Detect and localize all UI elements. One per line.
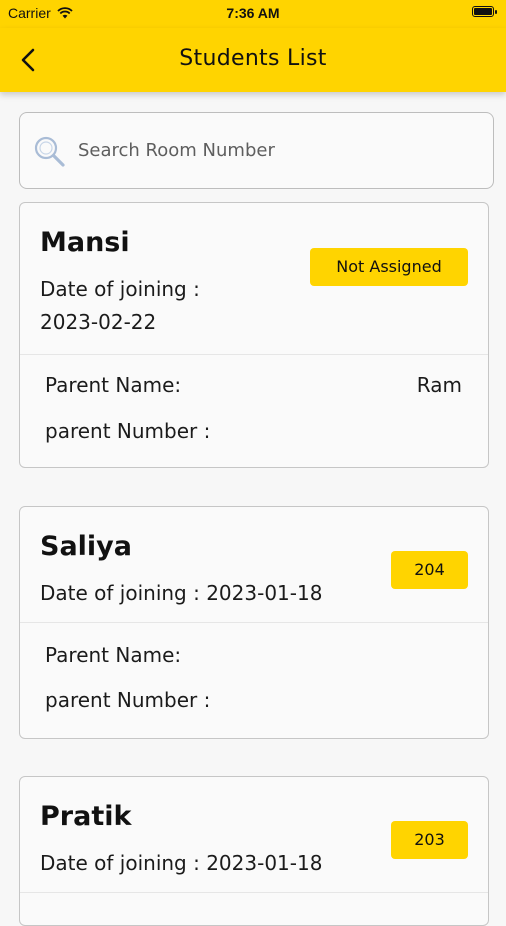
search-box[interactable] [19, 112, 494, 189]
parent-name-value: Ram [416, 373, 462, 397]
page-title: Students List [179, 46, 327, 71]
date-of-joining-row: Date of joining : 2023-01-18 [40, 847, 322, 879]
date-of-joining-label: Date of joining : [40, 851, 200, 875]
room-status-badge: Not Assigned [310, 248, 468, 286]
date-of-joining-value: 2023-01-18 [206, 581, 323, 605]
student-card[interactable]: Mansi Date of joining : 2023-02-22 Not A… [19, 202, 489, 468]
student-name: Saliya [40, 531, 132, 562]
status-time: 7:36 AM [226, 5, 280, 21]
date-of-joining-value: 2023-02-22 [40, 310, 157, 334]
room-number-badge: 204 [391, 551, 468, 589]
card-divider [20, 354, 488, 355]
student-name: Mansi [40, 227, 130, 258]
search-input[interactable] [76, 139, 460, 162]
date-of-joining-label: Date of joining : [40, 581, 200, 605]
student-name: Pratik [40, 801, 132, 832]
date-of-joining-value: 2023-01-18 [206, 851, 323, 875]
room-number-badge: 203 [391, 821, 468, 859]
parent-number-label: parent Number : [45, 419, 211, 443]
parent-name-label: Parent Name: [45, 373, 182, 397]
parent-number-label: parent Number : [45, 688, 211, 712]
card-divider [20, 622, 488, 623]
battery-icon [472, 6, 497, 17]
parent-name-label: Parent Name: [45, 643, 182, 667]
status-bar: Carrier 7:36 AM [0, 0, 506, 28]
date-of-joining-label: Date of joining : [40, 277, 200, 301]
student-card[interactable]: Saliya Date of joining : 2023-01-18 204 … [19, 506, 489, 739]
date-of-joining-row: Date of joining : 2023-01-18 [40, 577, 322, 609]
search-icon [34, 136, 65, 167]
card-divider [20, 892, 488, 893]
app-bar: Students List [0, 28, 506, 92]
student-card[interactable]: Pratik Date of joining : 2023-01-18 203 [19, 776, 489, 926]
